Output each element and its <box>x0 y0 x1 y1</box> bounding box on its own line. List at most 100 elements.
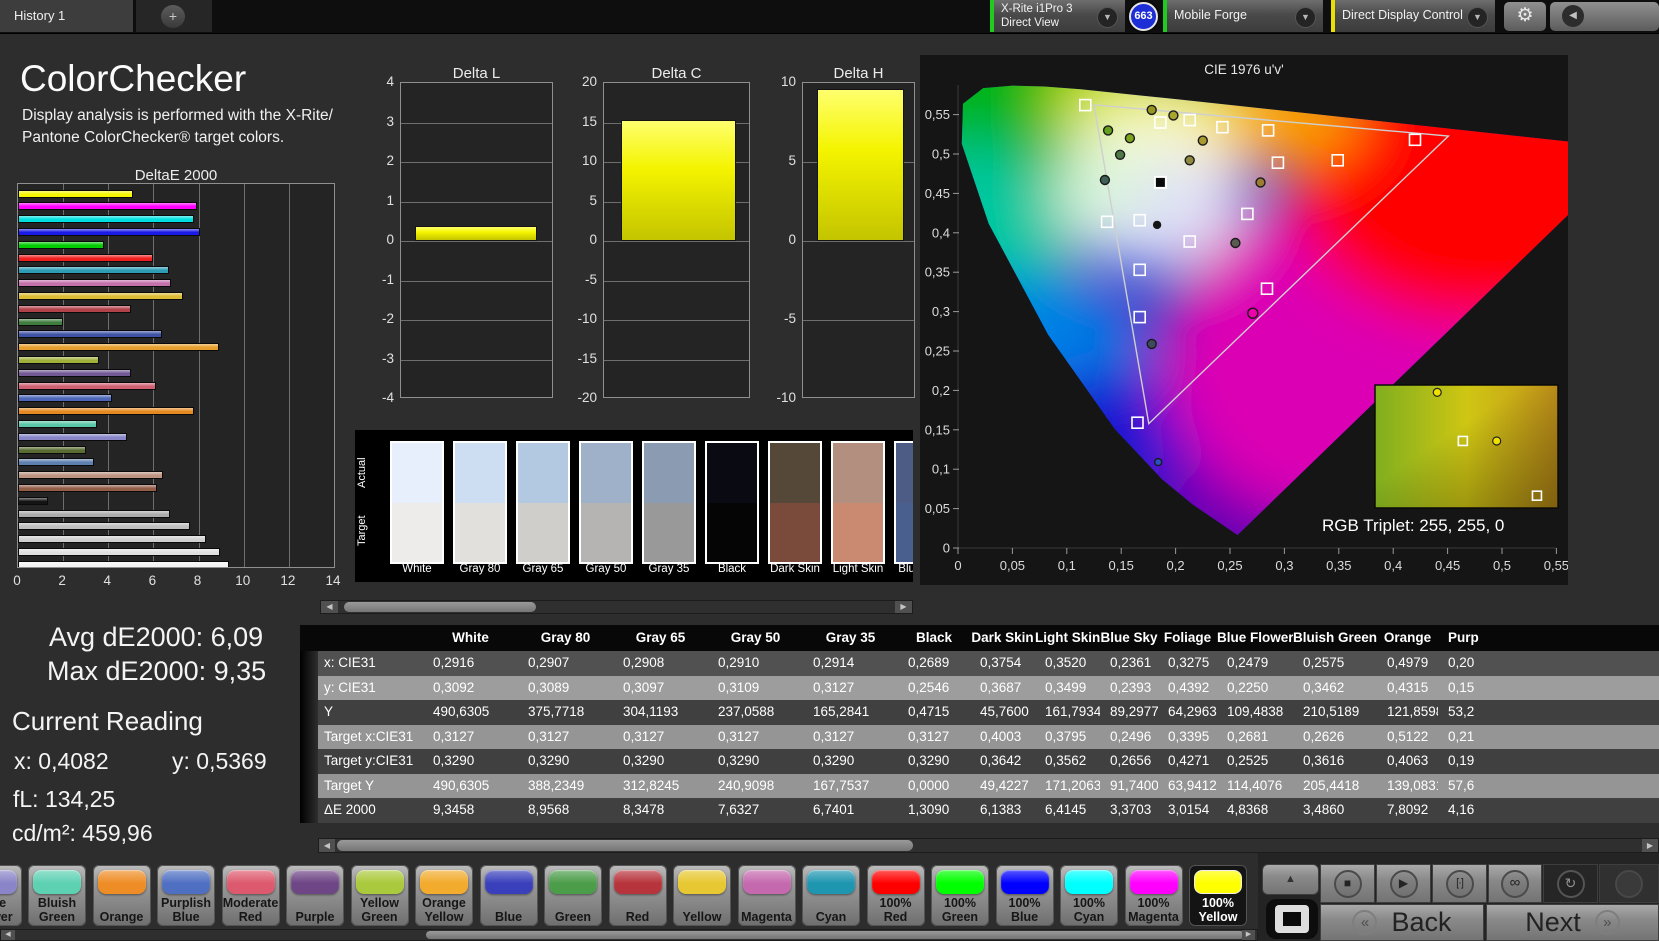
patch-color-chip <box>936 870 984 894</box>
svg-text:0,45: 0,45 <box>925 186 950 201</box>
table-row-y: Y 490,6305 375,7718 304,1193 237,0588 165,284… <box>300 700 1659 725</box>
table-cell: 0,4715 <box>908 704 950 719</box>
patch-button-bluish-green[interactable]: Bluish Green <box>28 865 86 926</box>
patch-button-blue-flower[interactable]: Blue Flower <box>0 865 22 926</box>
patch-color-chip <box>678 870 726 894</box>
play-button[interactable]: ▶ <box>1376 864 1431 903</box>
patch-button-100-yellow[interactable]: 100% Yellow <box>1189 865 1247 926</box>
deltae-bar-bluish-green <box>18 419 97 428</box>
patch-color-chip <box>613 870 662 894</box>
scroll-right-arrow[interactable]: ▶ <box>1242 930 1255 940</box>
table-cell: 0,3092 <box>433 679 475 695</box>
patch-button-moderate-red[interactable]: Moderate Red <box>221 865 280 926</box>
expand-patch-list-button[interactable]: ▲ <box>1262 864 1319 895</box>
stop-button[interactable]: ■ <box>1320 864 1375 903</box>
scrollbar-thumb[interactable] <box>344 602 536 612</box>
deltae-bar-magenta <box>18 279 172 288</box>
y-tick-label: -15 <box>577 350 597 366</box>
pattern-window-button[interactable] <box>1266 899 1318 939</box>
tab-history-1[interactable]: History 1 <box>0 0 133 32</box>
meter-dropdown[interactable]: X-Rite i1Pro 3 Direct View ▼ <box>990 0 1125 32</box>
row-gutter <box>300 773 318 798</box>
measured-point <box>1247 307 1259 319</box>
svg-text:0: 0 <box>954 558 961 573</box>
collapse-panel-button[interactable]: ◀ <box>1550 2 1659 31</box>
patch-button-cyan[interactable]: Cyan <box>802 865 860 926</box>
back-button[interactable]: « Back <box>1320 904 1484 941</box>
patch-color-chip <box>355 870 404 894</box>
meter-count-badge: 663 <box>1129 2 1158 31</box>
patch-button-yellow[interactable]: Yellow <box>673 865 731 926</box>
table-cell: 45,7600 <box>980 704 1029 719</box>
scroll-left-arrow[interactable]: ◀ <box>1 930 15 940</box>
patch-button-100-red[interactable]: 100% Red <box>866 865 925 926</box>
table-row-y-cie31: y: CIE31 0,3092 0,3089 0,3097 0,3109 0,3127 0,… <box>300 675 1659 700</box>
row-gutter <box>300 798 318 823</box>
patch-color-chip <box>97 870 146 894</box>
next-button[interactable]: Next » <box>1486 904 1659 941</box>
refresh-button[interactable]: ↻ <box>1543 864 1598 903</box>
table-row-target-y: Target Y 490,6305 388,2349 312,8245 240,9098… <box>300 773 1659 798</box>
swatch-strip-scrollbar[interactable]: ◀ ▶ <box>320 600 913 614</box>
swatch-label: Blue Sky <box>898 563 913 575</box>
patch-bar-scrollbar[interactable]: ◀ ▶ <box>0 929 1258 941</box>
patch-button-orange-yellow[interactable]: Orange Yellow <box>415 865 473 926</box>
display-control-name: Direct Display Control <box>1342 8 1463 22</box>
deltae-bar-orange <box>18 407 195 416</box>
table-cell: 237,0588 <box>718 704 775 719</box>
patch-button-orange[interactable]: Orange <box>92 865 151 926</box>
patch-button-blue[interactable]: Blue <box>479 865 538 926</box>
chevrons-left-icon: « <box>1352 910 1378 935</box>
table-cell: 0,3127 <box>433 728 475 744</box>
record-button[interactable] <box>1599 864 1659 903</box>
single-measure-button[interactable]: [·] <box>1432 864 1487 903</box>
row-gutter <box>300 749 318 774</box>
patch-button-yellow-green[interactable]: Yellow Green <box>350 865 409 926</box>
table-cell: 6,4145 <box>1045 802 1087 817</box>
table-cell: 139,0831 <box>1387 777 1438 793</box>
y-tick-label: 0 <box>386 232 394 247</box>
table-cell: 0,3089 <box>528 679 570 695</box>
scrollbar-thumb[interactable] <box>337 840 913 851</box>
patch-button-red[interactable]: Red <box>608 865 667 926</box>
measured-point <box>1146 104 1157 116</box>
scrollbar-thumb[interactable] <box>426 931 1244 939</box>
workflow-dropdown[interactable]: Mobile Forge ▼ <box>1163 0 1323 32</box>
chevron-down-icon: ▼ <box>1467 7 1488 28</box>
y-tick-label: 10 <box>581 153 597 168</box>
scroll-left-arrow[interactable]: ◀ <box>321 601 338 613</box>
patch-button-100-magenta[interactable]: 100% Magenta <box>1124 865 1183 926</box>
table-scrollbar[interactable]: ◀ ▶ <box>318 838 1659 853</box>
swatch-light-skin <box>831 441 885 564</box>
table-cell: 312,8245 <box>623 777 680 793</box>
actual-color <box>707 443 757 503</box>
patch-button-magenta[interactable]: Magenta <box>737 865 796 926</box>
x-tick-label: 0 <box>13 573 21 588</box>
table-cell: 0,3395 <box>1168 728 1210 744</box>
patch-button-100-cyan[interactable]: 100% Cyan <box>1060 865 1118 926</box>
patch-button-100-blue[interactable]: 100% Blue <box>995 865 1054 926</box>
patch-label: Orange <box>99 910 144 924</box>
table-cell: 7,6327 <box>718 802 760 817</box>
table-cell: 0,2479 <box>1227 655 1269 670</box>
actual-color <box>392 443 442 503</box>
patch-button-100-green[interactable]: 100% Green <box>931 865 989 926</box>
table-cell: 3,3703 <box>1110 802 1152 817</box>
continuous-measure-button[interactable]: ∞ <box>1488 864 1542 903</box>
deltae-bar-gray-35 <box>18 509 171 518</box>
add-tab-button[interactable]: + <box>136 0 212 32</box>
settings-button[interactable]: ⚙ <box>1504 2 1546 31</box>
scroll-right-arrow[interactable]: ▶ <box>1642 839 1658 852</box>
patch-button-green[interactable]: Green <box>544 865 602 926</box>
swatch-label: Gray 65 <box>522 563 564 575</box>
patch-button-purple[interactable]: Purple <box>286 865 344 926</box>
scroll-left-arrow[interactable]: ◀ <box>319 839 335 852</box>
table-header-row: White Gray 80 Gray 65 Gray 50 Gray 35 Black Da… <box>300 625 1659 651</box>
swatch-label: Dark Skin <box>770 563 820 575</box>
y-tick-label: -10 <box>577 311 597 326</box>
patch-color-chip <box>1129 870 1178 894</box>
scroll-right-arrow[interactable]: ▶ <box>895 601 912 613</box>
display-control-dropdown[interactable]: Direct Display Control ▼ <box>1331 0 1495 32</box>
patch-button-purplish-blue[interactable]: Purplish Blue <box>157 865 215 926</box>
patch-label: 100% Yellow <box>1198 896 1238 924</box>
